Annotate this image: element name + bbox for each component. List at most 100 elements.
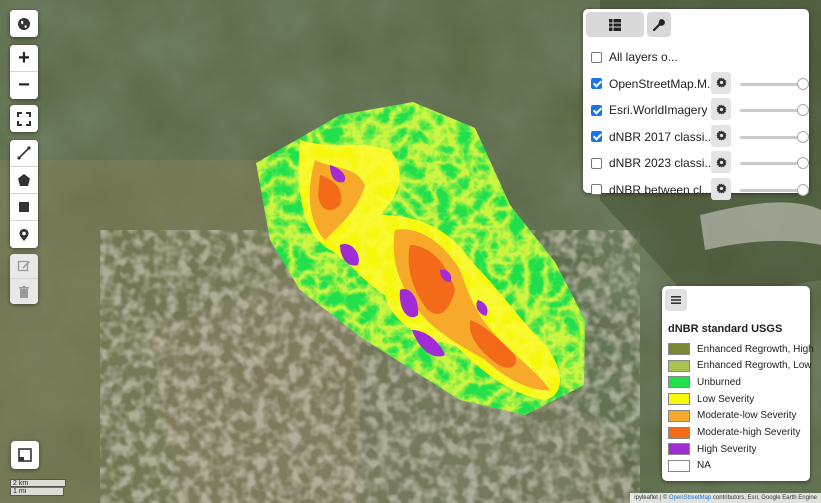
slider-knob[interactable] [797, 77, 809, 90]
legend-item: Low Severity [668, 392, 754, 406]
layer-label[interactable]: All layers o... [609, 50, 678, 64]
layer-row: dNBR between cl... [591, 177, 809, 200]
draw-rectangle-button[interactable] [10, 194, 38, 221]
layer-row: All layers o... [591, 47, 803, 67]
legend-toggle-button[interactable] [665, 289, 687, 311]
tab-layers[interactable] [586, 12, 644, 37]
tab-settings[interactable] [647, 12, 671, 37]
slider-knob[interactable] [797, 130, 809, 143]
layer-checkbox[interactable] [591, 131, 602, 142]
trash-icon [19, 285, 29, 298]
scale-bar-km: 2 km [10, 479, 66, 487]
layer-settings-button[interactable] [711, 151, 731, 173]
globe-button[interactable] [10, 10, 38, 37]
legend-swatch [668, 409, 690, 422]
layer-settings-button[interactable] [711, 124, 731, 147]
layer-checkbox[interactable] [591, 78, 602, 89]
zoom-control: + − [10, 45, 38, 99]
legend-swatch [668, 443, 690, 456]
layer-row: dNBR 2023 classi... [591, 151, 809, 173]
legend-title: dNBR standard USGS [668, 323, 783, 335]
edit-layers-button[interactable] [10, 254, 38, 279]
fullscreen-button[interactable] [10, 105, 38, 132]
layers-control: All layers o... OpenStreetMap.M... Esri.Wo… [583, 9, 809, 200]
slider-knob[interactable] [797, 157, 809, 169]
layer-settings-button[interactable] [711, 98, 731, 120]
legend-item: Unburned [668, 375, 741, 389]
slider-knob[interactable] [797, 183, 809, 196]
legend-item: High Severity [668, 442, 756, 456]
edit-toolbar [10, 254, 38, 304]
legend-label: NA [697, 460, 711, 472]
gear-icon [715, 156, 727, 168]
legend-swatch [668, 459, 690, 472]
layer-settings-button[interactable] [711, 177, 731, 200]
layer-split-icon [18, 448, 32, 462]
layer-row: Esri.WorldImagery [591, 98, 809, 120]
layer-opacity-slider[interactable] [740, 77, 809, 90]
attribution-osm-link[interactable]: OpenStreetMap [669, 495, 711, 501]
gear-icon [715, 103, 727, 115]
layer-label[interactable]: dNBR 2017 classi... [609, 130, 714, 144]
polyline-icon [17, 146, 31, 160]
draw-polyline-button[interactable] [10, 140, 38, 167]
layer-label[interactable]: Esri.WorldImagery [609, 103, 707, 117]
legend-swatch [668, 359, 690, 372]
legend-label: Moderate-high Severity [697, 427, 801, 438]
polygon-icon [18, 174, 30, 186]
layer-checkbox[interactable] [591, 157, 602, 169]
legend-panel: dNBR standard USGS Enhanced Regrowth, Hi… [662, 286, 814, 481]
layer-label[interactable]: dNBR between cl... [609, 183, 712, 197]
layer-row: dNBR 2017 classi... [591, 124, 809, 147]
delete-layers-button[interactable] [10, 279, 38, 304]
layer-opacity-slider[interactable] [740, 183, 809, 196]
legend-item: Enhanced Regrowth, Low [668, 359, 812, 373]
legend-item: Moderate-high Severity [668, 426, 800, 440]
layers-list-icon [609, 18, 621, 31]
zoom-out-button[interactable]: − [10, 72, 38, 99]
rectangle-icon [19, 202, 29, 212]
edit-icon [17, 260, 30, 272]
fullscreen-icon [17, 111, 31, 126]
zoom-in-button[interactable]: + [10, 45, 38, 72]
fullscreen-control [10, 105, 38, 132]
layer-label[interactable]: OpenStreetMap.M... [609, 77, 717, 91]
scale-bar-mi: 1 mi [10, 488, 64, 496]
legend-label: High Severity [697, 443, 757, 455]
layer-opacity-slider[interactable] [740, 130, 809, 143]
layer-opacity-slider[interactable] [740, 104, 809, 116]
wrench-icon [652, 18, 665, 31]
attribution-suffix: contributors, Esri, Google Earth Engine [711, 495, 817, 501]
legend-item: Enhanced Regrowth, High [668, 342, 814, 356]
menu-icon [671, 296, 681, 304]
globe-control[interactable] [10, 10, 38, 37]
legend-label: Enhanced Regrowth, High [697, 343, 814, 355]
layer-checkbox[interactable] [591, 184, 602, 195]
legend-item: Moderate-low Severity [668, 409, 796, 423]
layer-row: OpenStreetMap.M... [591, 71, 809, 94]
layer-opacity-slider[interactable] [740, 157, 809, 169]
draw-marker-button[interactable] [10, 221, 38, 248]
legend-item: NA [668, 459, 711, 473]
split-map-button[interactable] [11, 441, 39, 469]
layer-settings-button[interactable] [711, 71, 731, 94]
draw-toolbar [10, 140, 38, 248]
gear-icon [715, 183, 727, 194]
globe-icon [18, 17, 30, 30]
layer-checkbox[interactable] [591, 104, 602, 116]
legend-swatch [668, 376, 690, 389]
draw-polygon-button[interactable] [10, 167, 38, 194]
gear-icon [715, 77, 727, 88]
layer-checkbox[interactable] [591, 51, 602, 63]
attribution: ipyleaflet | © OpenStreetMap contributor… [630, 493, 821, 503]
slider-knob[interactable] [797, 104, 809, 116]
layer-label[interactable]: dNBR 2023 classi... [609, 156, 714, 170]
legend-label: Enhanced Regrowth, Low [697, 360, 812, 372]
legend-swatch [668, 343, 690, 355]
gear-icon [715, 130, 727, 141]
legend-swatch [668, 426, 690, 439]
legend-label: Unburned [697, 376, 741, 388]
marker-icon [19, 228, 29, 241]
legend-label: Low Severity [697, 393, 755, 405]
legend-label: Moderate-low Severity [697, 410, 797, 422]
